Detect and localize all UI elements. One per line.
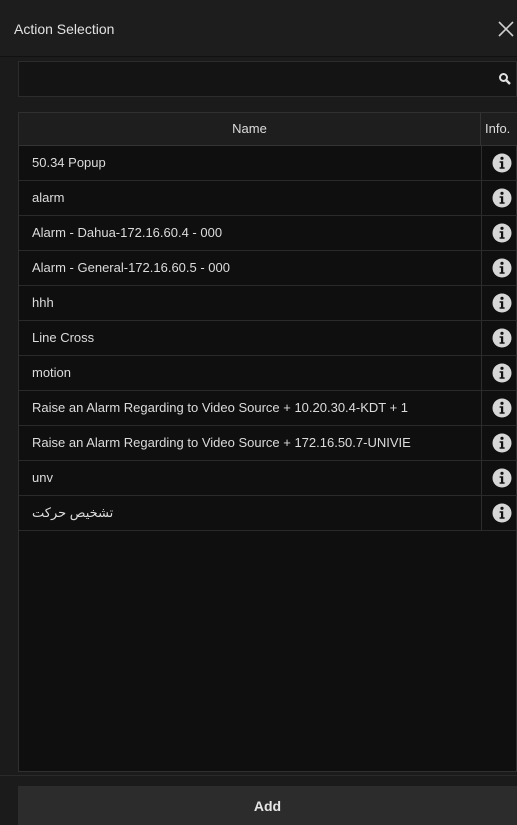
row-name: تشخیص حرکت	[32, 505, 114, 520]
close-icon[interactable]	[495, 18, 517, 40]
table-body: 50.34 Popup alarm Alarm - Dahua-172.16.60.…	[19, 146, 517, 531]
table-row[interactable]: 50.34 Popup	[19, 146, 517, 181]
row-name: motion	[32, 365, 72, 380]
table-row[interactable]: Line Cross	[19, 321, 517, 356]
table-row[interactable]: hhh	[19, 286, 517, 321]
search-icon[interactable]	[498, 72, 512, 86]
row-name: 50.34 Popup	[32, 155, 106, 170]
table-row[interactable]: Alarm - Dahua-172.16.60.4 - 000	[19, 216, 517, 251]
info-cell	[481, 251, 517, 285]
title-bar: Action Selection	[0, 0, 517, 57]
row-name: Alarm - Dahua-172.16.60.4 - 000	[32, 225, 223, 240]
row-name: hhh	[32, 295, 54, 310]
info-icon[interactable]	[492, 293, 512, 313]
search-input[interactable]	[19, 62, 489, 96]
row-name: Raise an Alarm Regarding to Video Source…	[32, 435, 411, 450]
table-header: Name Info.	[19, 113, 517, 146]
info-cell	[481, 216, 517, 250]
info-cell	[481, 181, 517, 215]
info-cell	[481, 426, 517, 460]
info-icon[interactable]	[492, 363, 512, 383]
row-name: Line Cross	[32, 330, 95, 345]
row-name: alarm	[32, 190, 65, 205]
info-icon[interactable]	[492, 258, 512, 278]
table-row[interactable]: unv	[19, 461, 517, 496]
row-name: unv	[32, 470, 53, 485]
table-row[interactable]: Raise an Alarm Regarding to Video Source…	[19, 391, 517, 426]
info-cell	[481, 461, 517, 495]
info-icon[interactable]	[492, 328, 512, 348]
info-icon[interactable]	[492, 398, 512, 418]
info-cell	[481, 321, 517, 355]
table-row[interactable]: Alarm - General-172.16.60.5 - 000	[19, 251, 517, 286]
table-row[interactable]: Raise an Alarm Regarding to Video Source…	[19, 426, 517, 461]
window-title: Action Selection	[14, 21, 115, 37]
info-icon[interactable]	[492, 153, 512, 173]
column-header-name[interactable]: Name	[19, 113, 481, 145]
info-icon[interactable]	[492, 223, 512, 243]
actions-table: Name Info. 50.34 Popup alarm Alarm - Dahua…	[18, 112, 517, 772]
info-cell	[481, 286, 517, 320]
info-icon[interactable]	[492, 503, 512, 523]
search-box	[18, 61, 517, 97]
add-button[interactable]: Add	[18, 786, 517, 825]
row-name: Alarm - General-172.16.60.5 - 000	[32, 260, 230, 275]
row-name: Raise an Alarm Regarding to Video Source…	[32, 400, 409, 415]
table-row[interactable]: تشخیص حرکت	[19, 496, 517, 531]
column-header-info[interactable]: Info.	[482, 113, 517, 145]
info-cell	[481, 356, 517, 390]
info-cell	[481, 146, 517, 180]
divider	[0, 775, 517, 776]
info-icon[interactable]	[492, 468, 512, 488]
table-row[interactable]: alarm	[19, 181, 517, 216]
info-icon[interactable]	[492, 188, 512, 208]
info-cell	[481, 496, 517, 530]
info-cell	[481, 391, 517, 425]
info-icon[interactable]	[492, 433, 512, 453]
table-row[interactable]: motion	[19, 356, 517, 391]
